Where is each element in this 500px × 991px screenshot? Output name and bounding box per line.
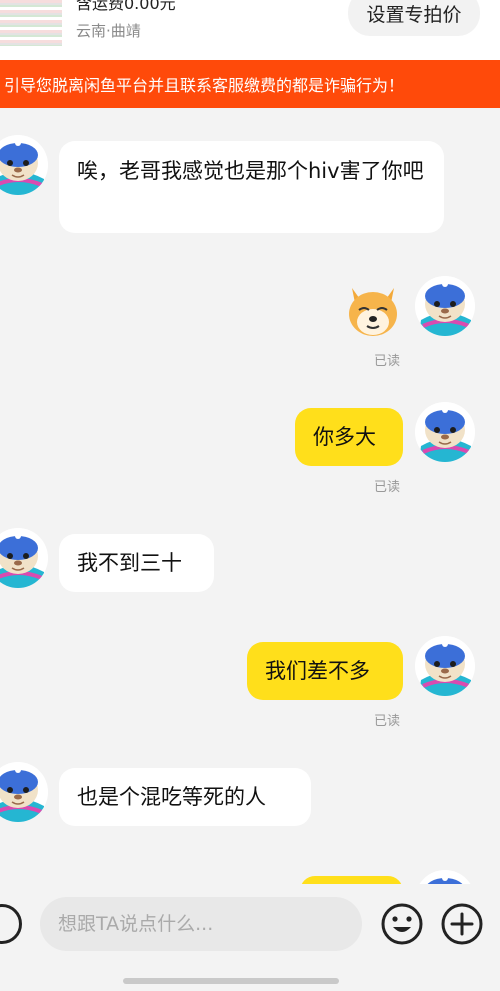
emoji-icon[interactable] [381,903,423,945]
read-status: 已读 [374,714,401,729]
product-header[interactable]: 含运费0.00元 云南·曲靖 设置专拍价 [0,0,500,60]
seal-avatar-icon [0,135,48,195]
incoming-message-bubble[interactable]: 也是个混吃等死的人 [59,768,311,826]
doge-sticker[interactable] [344,282,402,340]
my-avatar[interactable] [415,402,475,462]
incoming-message-bubble[interactable]: 我不到三十 [59,534,214,592]
contact-avatar[interactable] [0,135,48,195]
contact-avatar[interactable] [0,528,48,588]
seal-avatar-icon [415,636,475,696]
incoming-message-bubble[interactable]: 唉，老哥我感觉也是那个hiv害了你吧 [59,141,444,233]
set-special-price-button[interactable]: 设置专拍价 [348,0,480,36]
doge-sticker-icon [349,288,397,336]
my-avatar[interactable] [415,636,475,696]
seal-avatar-icon [415,402,475,462]
location-label: 云南·曲靖 [76,22,141,40]
contact-avatar[interactable] [0,762,48,822]
outgoing-message-bubble[interactable]: 我们差不多 [247,642,403,700]
outgoing-message-bubble[interactable]: 你多大 [295,408,403,466]
home-indicator [123,978,339,984]
seal-avatar-icon [0,528,48,588]
fraud-warning-banner: 引导您脱离闲鱼平台并且联系客服缴费的都是诈骗行为！ [0,60,500,108]
my-avatar[interactable] [415,276,475,336]
read-status: 已读 [374,354,401,369]
seal-avatar-icon [415,276,475,336]
plus-icon[interactable] [441,903,483,945]
shipping-price: 含运费0.00元 [76,0,176,13]
message-input[interactable] [40,897,362,951]
product-thumbnail[interactable] [0,0,62,46]
read-status: 已读 [374,480,401,495]
seal-avatar-icon [0,762,48,822]
